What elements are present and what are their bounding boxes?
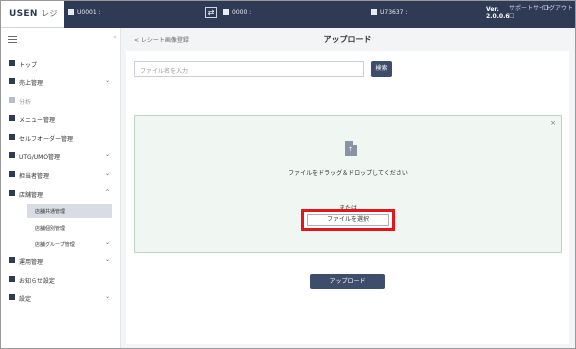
home-icon	[9, 60, 15, 66]
user-icon	[371, 9, 377, 15]
self-order-icon	[9, 134, 15, 140]
chevron-down-icon: ⌄	[105, 239, 111, 246]
upload-button[interactable]: アップロード	[310, 274, 385, 289]
sidebar-item-menu[interactable]: メニュー管理	[1, 112, 121, 126]
brand-sub: レジ	[41, 9, 58, 18]
brand-logo[interactable]: USEN レジ	[1, 1, 64, 28]
switch-icon[interactable]: ⇄	[205, 7, 217, 18]
analysis-icon	[9, 97, 15, 103]
external-link-icon: ☐	[509, 13, 515, 20]
book-icon	[9, 115, 15, 121]
search-button[interactable]: 検索	[371, 61, 392, 77]
sidebar-item-analysis[interactable]: 分析	[1, 94, 121, 108]
sidebar-subitem-store-group[interactable]: 店舗グループ管理 ⌄	[1, 237, 121, 251]
version-info: Ver. 2.0.0.6	[486, 6, 510, 20]
main-content: < レシート画像登録 アップロード ファイル名を入力 検索 × ↑ ファイルをド…	[126, 28, 575, 348]
drop-zone[interactable]: × ↑ ファイルをドラッグ＆ドロップしてください または ファイルを選択	[134, 115, 562, 253]
operation-icon	[9, 257, 15, 263]
top-bar: USEN レジ U0001 : ⇄ 0000 : U73637 : Ver. 2…	[1, 1, 575, 28]
chevron-down-icon: ⌄	[105, 77, 111, 84]
sidebar-item-top[interactable]: トップ	[1, 57, 121, 71]
sidebar-item-staff[interactable]: 担当者管理 ⌄	[1, 168, 121, 182]
chevron-down-icon: ⌄	[105, 293, 111, 300]
building-icon	[68, 9, 74, 15]
collapse-icon[interactable]: «	[113, 34, 117, 41]
chevron-down-icon: ⌄	[105, 170, 111, 177]
bell-icon	[9, 276, 15, 282]
sidebar-item-settings[interactable]: 設定 ⌄	[1, 291, 121, 305]
sidebar-item-notice[interactable]: お知らせ設定	[1, 273, 121, 287]
sidebar-subitem-store-individual[interactable]: 店舗個別管理	[1, 221, 121, 235]
sidebar-item-store[interactable]: 店舗管理 ^	[1, 187, 121, 201]
store-selector[interactable]: 0000 :	[223, 9, 251, 16]
device-icon	[9, 152, 15, 158]
search-input[interactable]: ファイル名を入力	[134, 61, 364, 77]
select-file-button[interactable]: ファイルを選択	[307, 214, 389, 226]
user-menu[interactable]: U73637 :	[371, 9, 407, 16]
file-upload-icon: ↑	[345, 141, 357, 156]
chevron-up-icon: ^	[105, 189, 111, 196]
register-icon	[223, 9, 229, 15]
store-icon	[9, 190, 15, 196]
sidebar-item-self-order[interactable]: セルフオーダー管理	[1, 131, 121, 145]
chevron-down-icon: ⌄	[105, 256, 111, 263]
select-file-highlight: ファイルを選択	[301, 209, 395, 231]
sidebar-subitem-store-common[interactable]: 店舗共通管理	[27, 204, 112, 218]
chevron-down-icon: ⌄	[105, 151, 111, 158]
upload-card: ファイル名を入力 検索 × ↑ ファイルをドラッグ＆ドロップしてください または…	[126, 51, 569, 344]
page-title: アップロード	[323, 35, 372, 44]
brand-name: USEN	[9, 9, 38, 19]
drop-instruction: ファイルをドラッグ＆ドロップしてください	[288, 170, 408, 177]
menu-icon[interactable]	[8, 36, 17, 43]
sidebar-item-utg-umo[interactable]: UTG/UMO管理 ⌄	[1, 149, 121, 163]
sidebar: « トップ 売上管理 ⌄ 分析 メニュー管理 セルフオーダー管理 UTG/UMO…	[1, 28, 121, 348]
people-icon	[9, 171, 15, 177]
app-window: USEN レジ U0001 : ⇄ 0000 : U73637 : Ver. 2…	[0, 0, 576, 349]
close-icon[interactable]: ×	[550, 119, 556, 127]
sidebar-item-sales[interactable]: 売上管理 ⌄	[1, 75, 121, 89]
account-selector[interactable]: U0001 :	[68, 9, 101, 16]
logout-link[interactable]: ログアウト	[543, 5, 573, 13]
sales-icon	[9, 78, 15, 84]
sidebar-item-operation[interactable]: 運用管理 ⌄	[1, 254, 121, 268]
gear-icon	[9, 294, 15, 300]
